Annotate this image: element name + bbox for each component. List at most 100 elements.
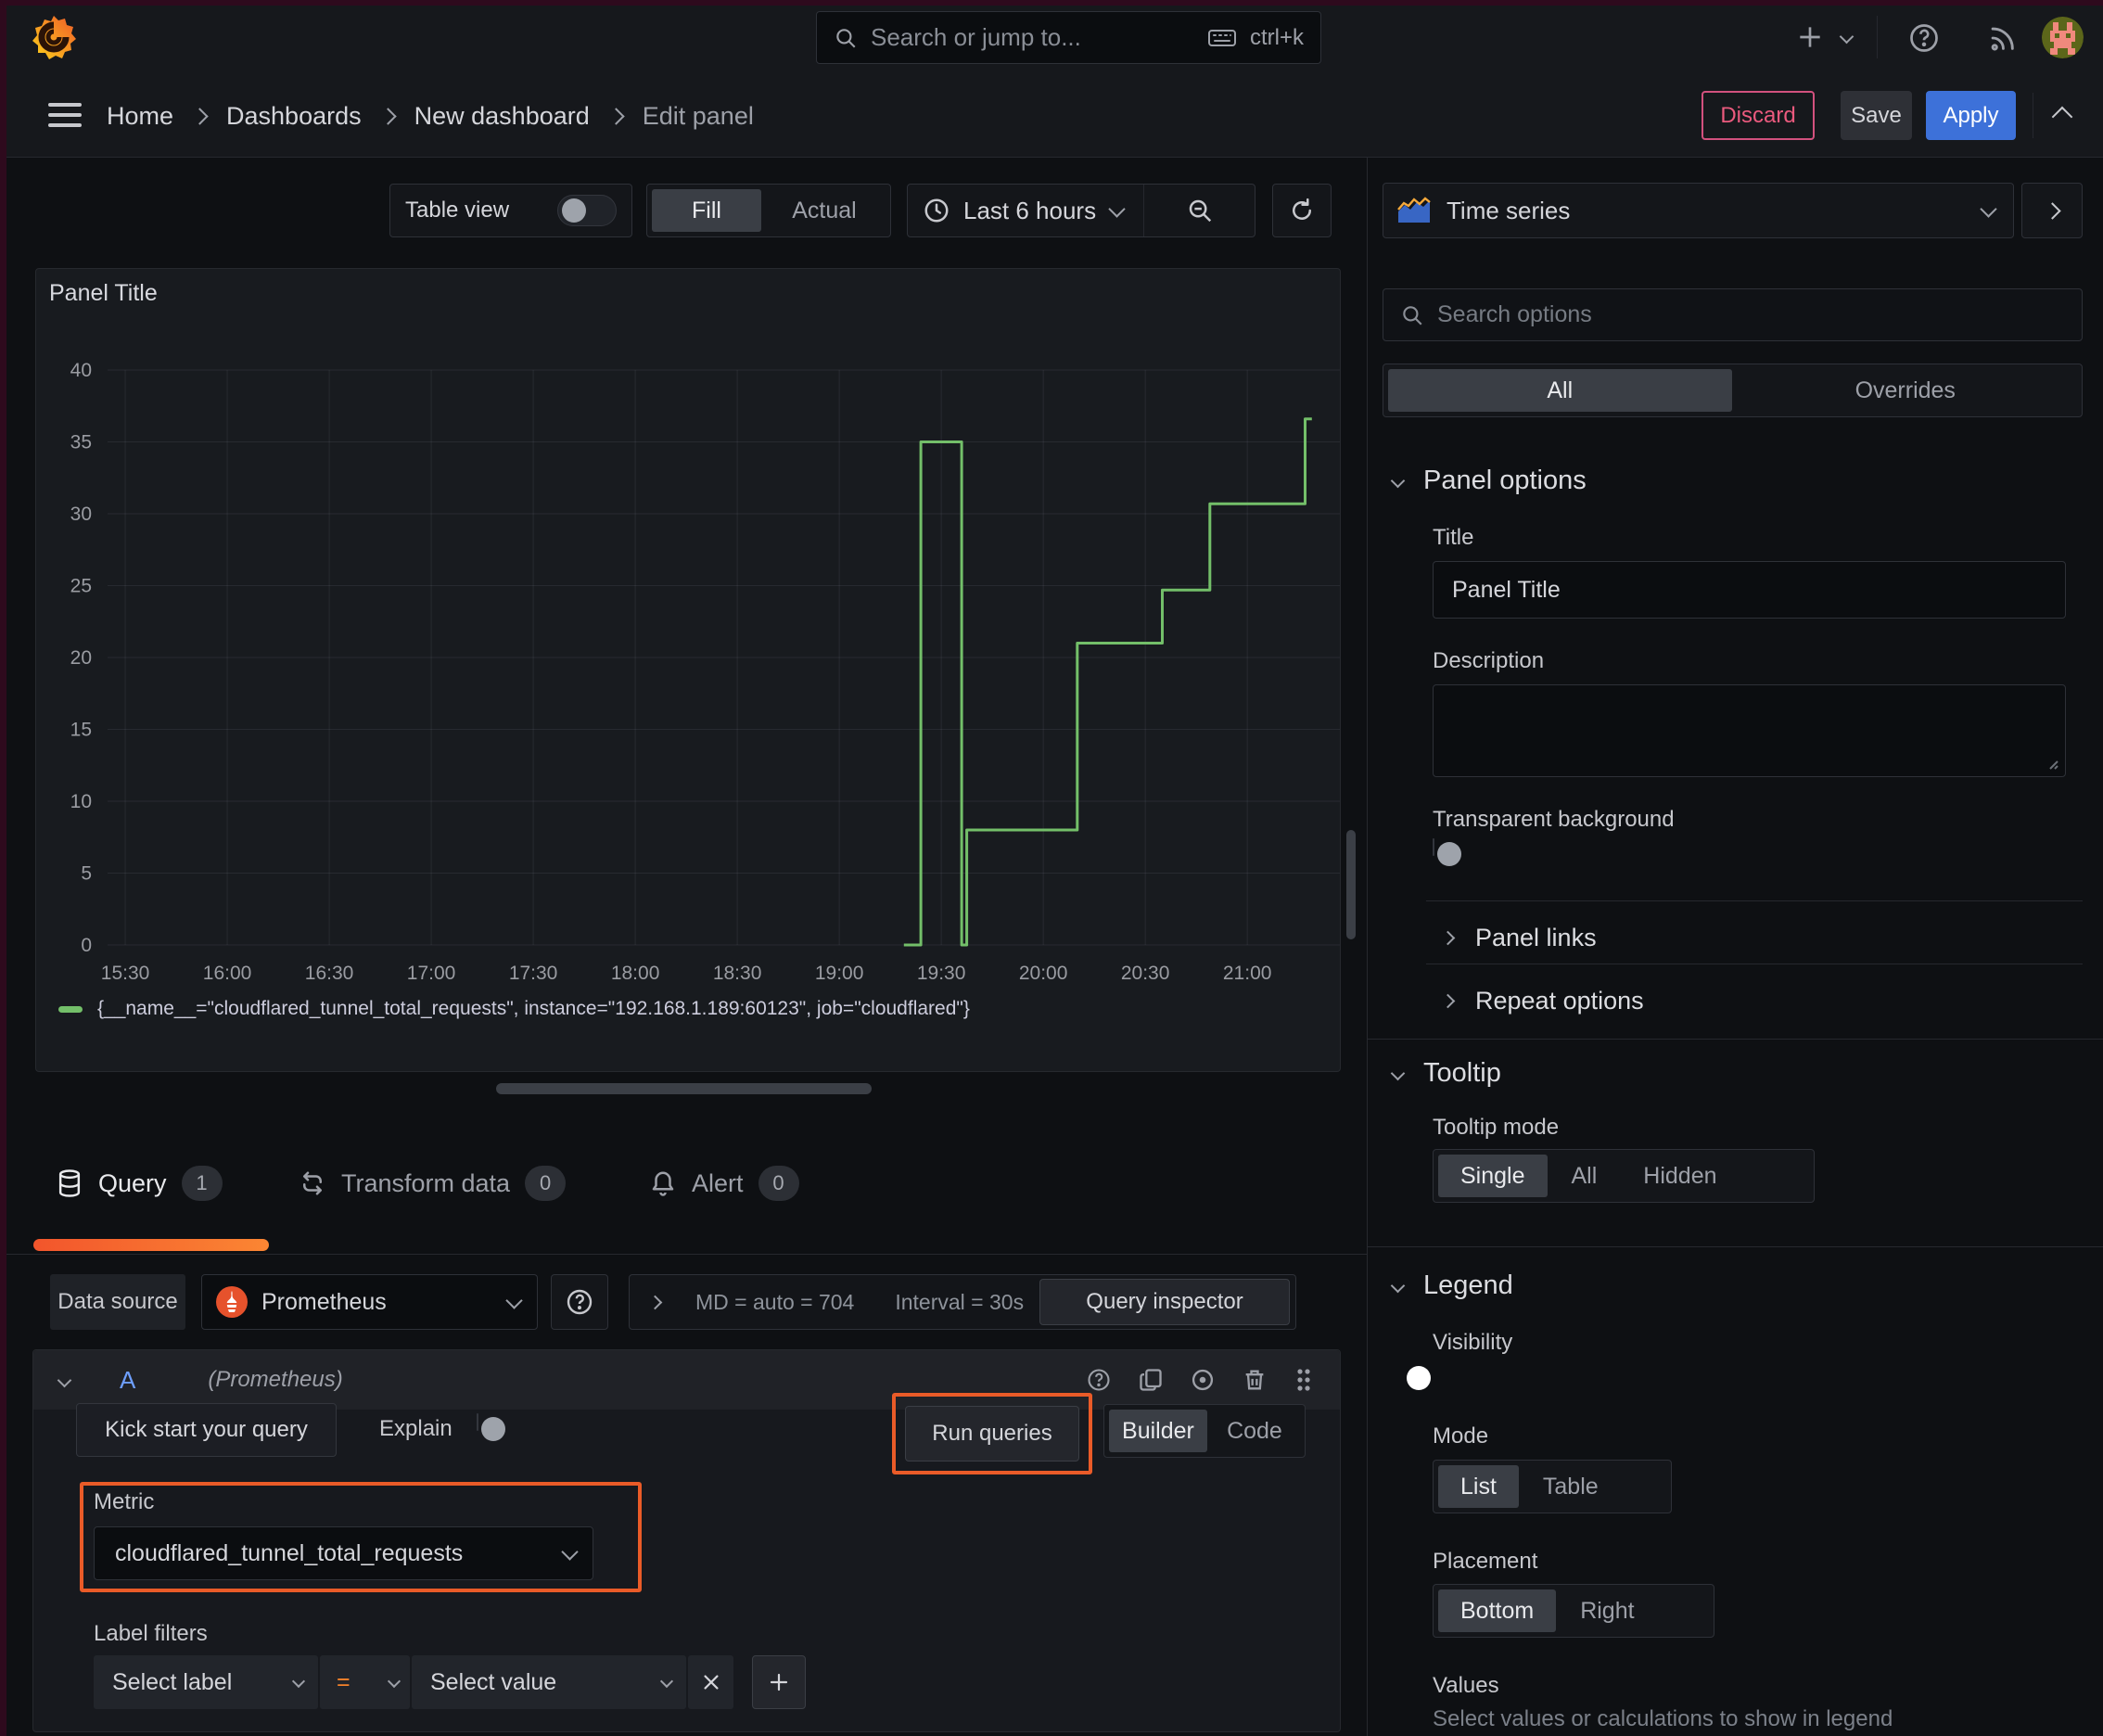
add-caret-icon[interactable] [1839, 29, 1854, 45]
news-rss-icon[interactable] [1984, 20, 2020, 56]
table-view-control[interactable]: Table view [389, 184, 632, 237]
panel-links-header[interactable]: Panel links [1440, 916, 1597, 959]
mode-table-segment[interactable]: Table [1521, 1465, 1621, 1508]
operator-value: = [337, 1668, 350, 1695]
database-icon [56, 1168, 83, 1198]
datasource-help-button[interactable] [551, 1274, 608, 1330]
search-input[interactable]: Search or jump to... ctrl+k [816, 11, 1321, 64]
drag-handle-icon[interactable] [1294, 1366, 1314, 1394]
menu-toggle-icon[interactable] [45, 96, 85, 134]
title-label: Title [1433, 525, 1474, 550]
options-expand-icon[interactable] [647, 1295, 663, 1309]
duplicate-query-icon[interactable] [1138, 1367, 1164, 1393]
select-label-dropdown[interactable]: Select label [94, 1655, 318, 1709]
run-queries-button[interactable]: Run queries [905, 1406, 1079, 1462]
legend-header[interactable]: Legend [1390, 1265, 1513, 1306]
alert-count-badge: 0 [758, 1166, 799, 1201]
discard-button[interactable]: Discard [1702, 91, 1815, 140]
section-divider [1426, 900, 2083, 901]
help-icon[interactable] [1906, 20, 1942, 56]
breadcrumb-new-dashboard[interactable]: New dashboard [414, 102, 590, 131]
panel-links-title: Panel links [1475, 923, 1597, 951]
query-row-header[interactable]: A (Prometheus) [33, 1350, 1340, 1410]
transform-count-badge: 0 [525, 1166, 567, 1201]
query-collapse-icon[interactable] [57, 1372, 72, 1387]
kick-start-button[interactable]: Kick start your query [76, 1403, 337, 1457]
time-range-picker[interactable]: Last 6 hours [907, 184, 1255, 237]
panel-title-input[interactable]: Panel Title [1433, 561, 2066, 619]
disable-query-eye-icon[interactable] [1190, 1367, 1216, 1393]
add-filter-button[interactable] [752, 1655, 806, 1709]
repeat-options-header[interactable]: Repeat options [1440, 979, 1644, 1022]
placement-bottom-segment[interactable]: Bottom [1438, 1589, 1557, 1632]
svg-text:0: 0 [81, 935, 92, 956]
mode-label: Mode [1433, 1423, 1489, 1449]
tab-overrides[interactable]: Overrides [1734, 369, 2078, 412]
tab-transform[interactable]: Transform data 0 [299, 1157, 567, 1209]
select-value-dropdown[interactable]: Select value [412, 1655, 686, 1709]
horizontal-scrollbar[interactable] [496, 1083, 872, 1094]
breadcrumb-dashboards[interactable]: Dashboards [226, 102, 362, 131]
max-data-points: MD = auto = 704 [695, 1289, 855, 1314]
code-segment[interactable]: Code [1209, 1410, 1300, 1452]
breadcrumb-edit-panel: Edit panel [642, 101, 754, 130]
time-range-label: Last 6 hours [963, 196, 1097, 224]
user-avatar[interactable] [2042, 17, 2084, 58]
svg-text:25: 25 [70, 576, 92, 597]
svg-text:19:00: 19:00 [815, 963, 864, 984]
builder-segment[interactable]: Builder [1109, 1410, 1207, 1452]
options-search-placeholder: Search options [1437, 301, 1592, 327]
timeseries-viz-icon [1396, 197, 1432, 224]
active-tab-underline [33, 1239, 269, 1251]
tab-all[interactable]: All [1388, 369, 1732, 412]
tooltip-hidden-segment[interactable]: Hidden [1621, 1155, 1739, 1197]
breadcrumb: Home Dashboards New dashboard Edit panel [107, 75, 754, 157]
svg-text:5: 5 [81, 863, 92, 885]
toggle-viz-picker-button[interactable] [2021, 183, 2083, 238]
tab-query-label: Query [98, 1168, 167, 1197]
svg-text:35: 35 [70, 432, 92, 453]
save-button[interactable]: Save [1841, 91, 1912, 140]
tooltip-header[interactable]: Tooltip [1390, 1053, 1501, 1093]
grafana-logo-icon[interactable] [30, 12, 78, 64]
zoom-out-icon[interactable] [1144, 197, 1255, 224]
operator-dropdown[interactable]: = [320, 1655, 410, 1709]
fill-segment[interactable]: Fill [652, 189, 761, 232]
placement-right-segment[interactable]: Right [1558, 1589, 1656, 1632]
tab-alert[interactable]: Alert 0 [649, 1157, 799, 1209]
svg-text:10: 10 [70, 791, 92, 812]
values-label: Values [1433, 1673, 1499, 1698]
visualization-picker[interactable]: Time series [1383, 183, 2014, 238]
collapse-header-icon[interactable] [2051, 106, 2073, 128]
legend-title: Legend [1423, 1270, 1513, 1300]
refresh-button[interactable] [1272, 184, 1332, 237]
resize-handle-icon[interactable] [2045, 756, 2059, 771]
metric-label: Metric [94, 1489, 155, 1514]
mode-list-segment[interactable]: List [1438, 1465, 1519, 1508]
svg-text:20:30: 20:30 [1121, 963, 1170, 984]
vertical-scrollbar[interactable] [1346, 830, 1356, 939]
breadcrumb-home[interactable]: Home [107, 102, 173, 131]
query-help-icon[interactable] [1086, 1367, 1112, 1393]
timeseries-chart[interactable]: 0 5 10 15 20 25 30 35 40 15:30 16:00 16:30 17:00 17:3… [36, 269, 1340, 1071]
description-textarea[interactable] [1433, 684, 2066, 777]
add-button[interactable] [1793, 20, 1827, 54]
explain-toggle[interactable] [477, 1413, 505, 1441]
legend-item[interactable]: {__name__="cloudflared_tunnel_total_requ… [58, 998, 970, 1020]
apply-button[interactable]: Apply [1926, 91, 2016, 140]
options-search-input[interactable]: Search options [1383, 288, 2083, 341]
tooltip-single-segment[interactable]: Single [1438, 1155, 1548, 1197]
transparent-bg-toggle[interactable] [1433, 838, 1461, 866]
tooltip-all-segment[interactable]: All [1549, 1155, 1620, 1197]
table-view-toggle[interactable] [557, 195, 617, 226]
actual-segment[interactable]: Actual [763, 189, 886, 232]
remove-filter-button[interactable] [688, 1655, 733, 1709]
tab-query[interactable]: Query 1 [56, 1157, 223, 1209]
panel-options-header[interactable]: Panel options [1390, 460, 1587, 501]
delete-query-trash-icon[interactable] [1242, 1367, 1268, 1393]
datasource-picker[interactable]: Prometheus [201, 1274, 538, 1330]
metric-select[interactable]: cloudflared_tunnel_total_requests [94, 1526, 593, 1580]
tooltip-mode-label: Tooltip mode [1433, 1115, 1560, 1140]
description-label: Description [1433, 648, 1545, 673]
query-inspector-button[interactable]: Query inspector [1039, 1279, 1290, 1325]
